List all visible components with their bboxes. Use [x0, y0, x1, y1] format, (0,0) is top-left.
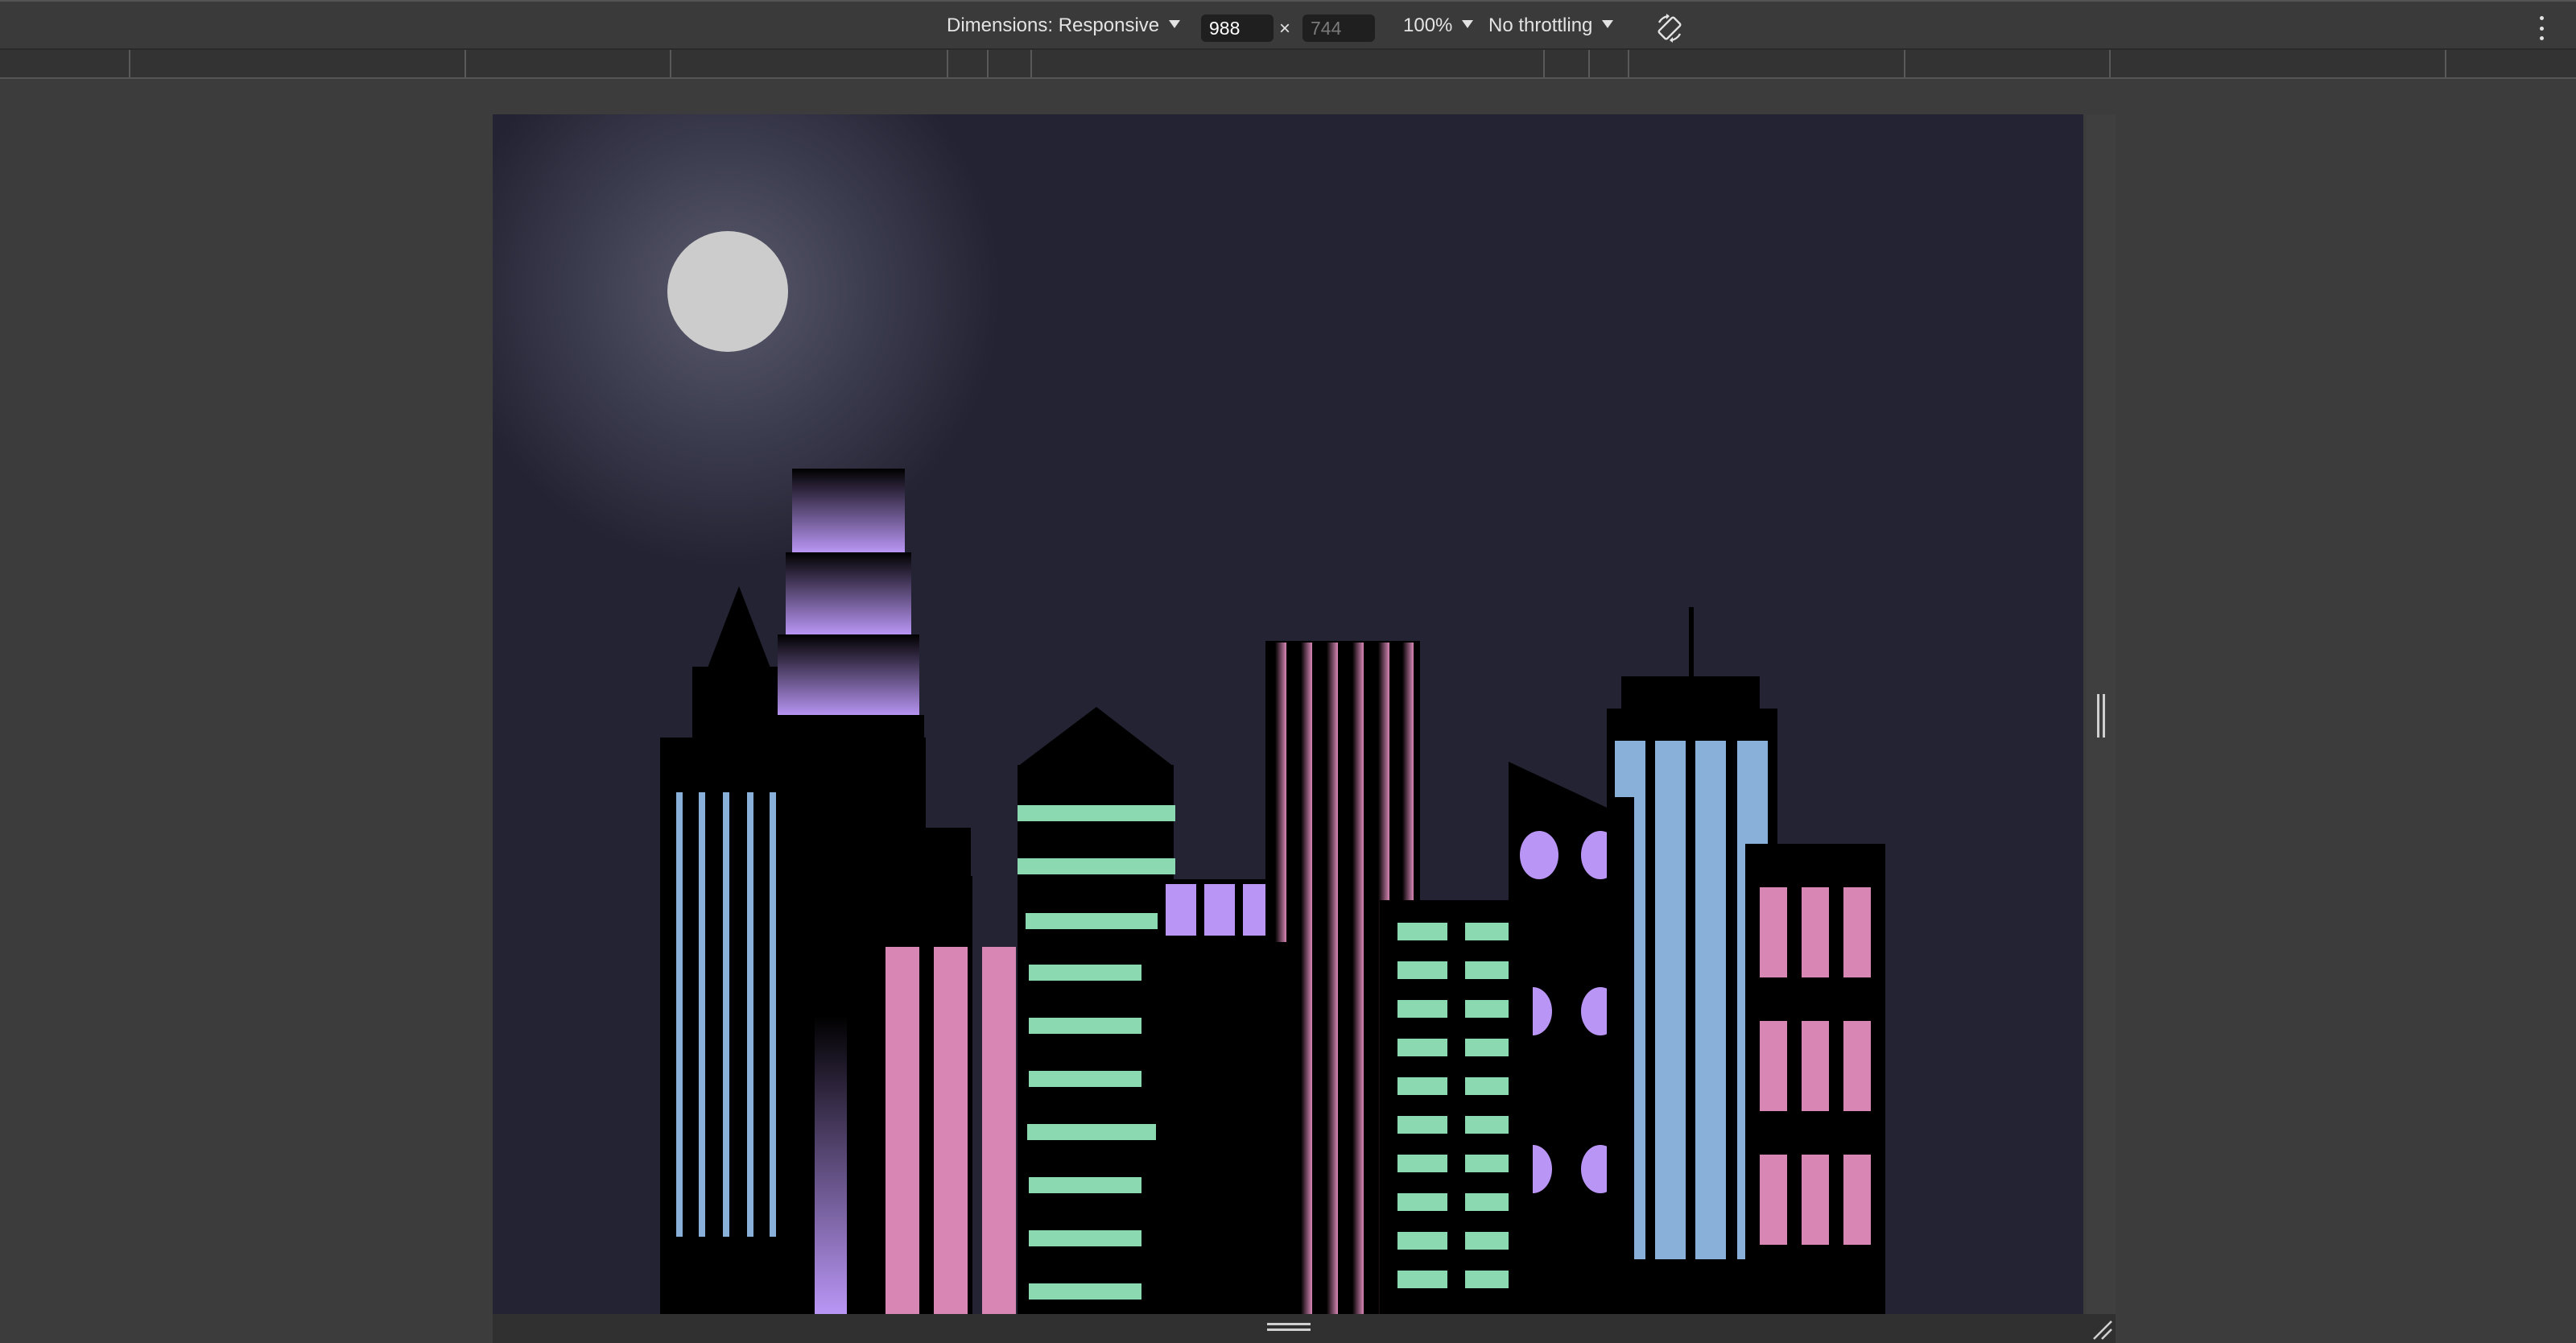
resize-corner-icon[interactable] — [2091, 1318, 2113, 1341]
dimensions-label: Dimensions: Responsive — [947, 14, 1160, 36]
city-skyline-scene — [493, 114, 2083, 1314]
building-green-grid — [1380, 900, 1528, 1314]
building-right-pink — [1745, 844, 1885, 1314]
resize-handle-right[interactable] — [2095, 694, 2107, 738]
width-input[interactable]: 988 — [1201, 14, 1274, 42]
throttling-label: No throttling — [1488, 14, 1593, 36]
dimensions-dropdown[interactable]: Dimensions: Responsive — [947, 14, 1181, 36]
media-query-bar[interactable] — [0, 50, 2576, 79]
zoom-label: 100% — [1403, 14, 1453, 36]
device-viewport[interactable] — [493, 114, 2083, 1314]
device-toolbar: Dimensions: Responsive 988 × 744 100% No… — [0, 0, 2576, 50]
height-input[interactable]: 744 — [1302, 14, 1375, 42]
more-options-icon[interactable] — [2536, 16, 2547, 40]
dimension-separator: × — [1279, 18, 1291, 39]
chevron-down-icon — [1169, 20, 1181, 28]
throttling-dropdown[interactable]: No throttling — [1488, 14, 1614, 36]
zoom-dropdown[interactable]: 100% — [1403, 14, 1474, 36]
chevron-down-icon — [1462, 20, 1474, 28]
building-green-stripes — [1018, 707, 1175, 1314]
resize-handle-bottom[interactable] — [1267, 1323, 1311, 1334]
chevron-down-icon — [1602, 20, 1614, 28]
moon — [667, 231, 788, 352]
rotate-icon[interactable] — [1654, 13, 1685, 43]
